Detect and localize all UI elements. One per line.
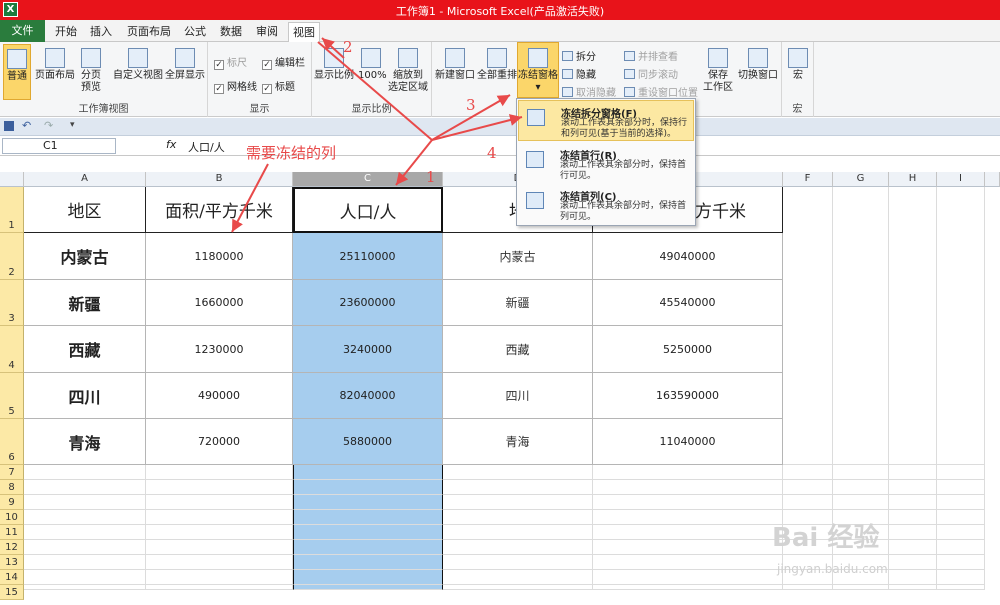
baidu-watermark: Bai 经验	[772, 523, 880, 553]
baidu-watermark-url: jingyan.baidu.com	[777, 562, 888, 576]
annotation-number-2: 2	[343, 38, 353, 56]
arrow-2-line	[317, 41, 433, 141]
annotation-number-1: 1	[426, 168, 436, 186]
annotation-label: 需要冻结的列	[246, 144, 337, 162]
annotation-arrows	[231, 37, 523, 233]
arrow-4	[431, 114, 523, 141]
annotation-number-4: 4	[487, 144, 497, 162]
arrow-label	[231, 163, 269, 233]
annotation-number-3: 3	[466, 96, 476, 114]
